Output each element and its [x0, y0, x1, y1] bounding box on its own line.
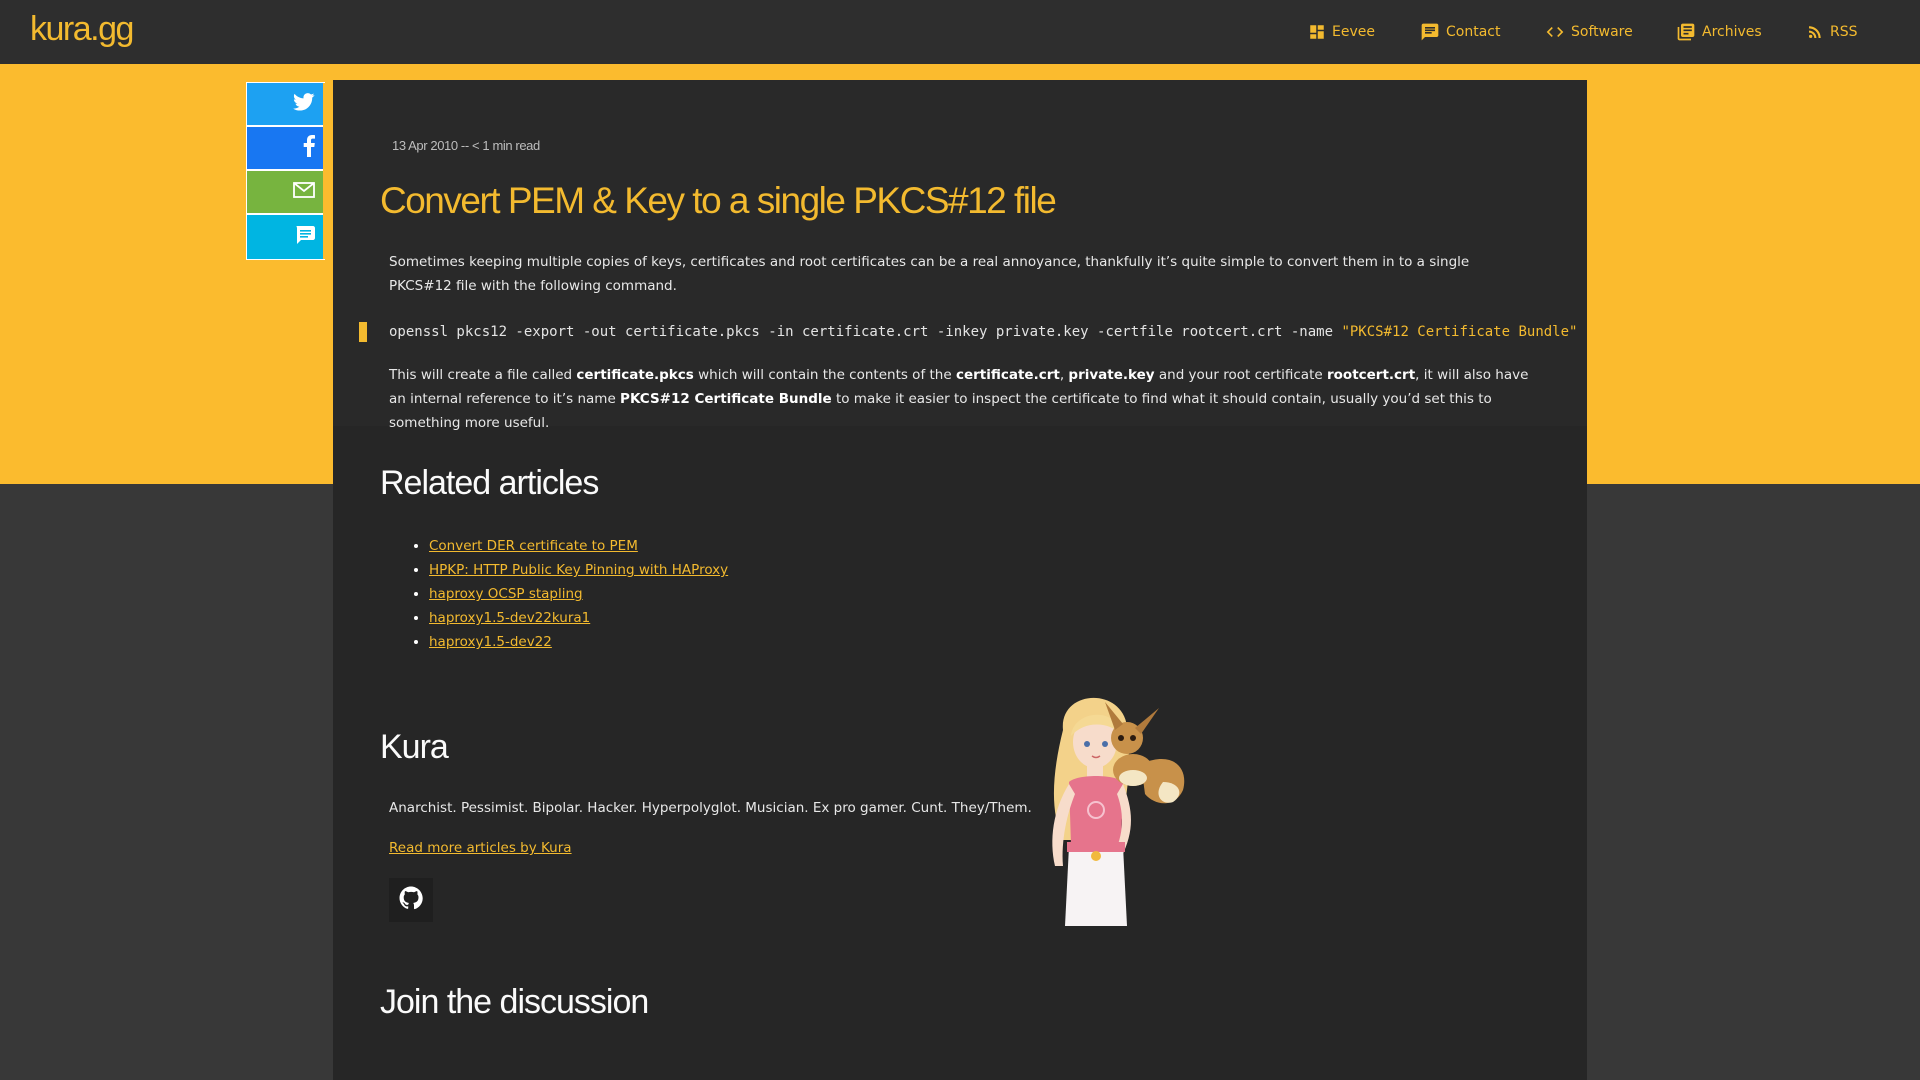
- library-icon: [1676, 22, 1696, 42]
- list-item: haproxy OCSP stapling: [429, 582, 728, 606]
- discussion-heading: Join the discussion: [380, 983, 649, 1021]
- code-command: openssl pkcs12 -export -out certificate.…: [389, 324, 1342, 340]
- author-more-link[interactable]: Read more articles by Kura: [389, 840, 572, 856]
- nav-eevee[interactable]: Eevee: [1308, 21, 1375, 43]
- nav-eevee-label: Eevee: [1332, 24, 1375, 40]
- top-navigation-bar: kura.gg Eevee Contact Software Archives …: [0, 0, 1920, 64]
- mail-icon: [293, 182, 315, 202]
- related-link[interactable]: HPKP: HTTP Public Key Pinning with HAPro…: [429, 562, 728, 578]
- related-link[interactable]: haproxy1.5-dev22: [429, 634, 552, 650]
- dashboard-icon: [1308, 23, 1326, 41]
- comment-icon: [295, 226, 315, 248]
- rss-icon: [1806, 23, 1824, 41]
- nav-rss[interactable]: RSS: [1806, 21, 1858, 43]
- list-item: haproxy1.5-dev22: [429, 630, 728, 654]
- related-heading: Related articles: [380, 464, 599, 502]
- list-item: HPKP: HTTP Public Key Pinning with HAPro…: [429, 558, 728, 582]
- site-logo[interactable]: kura.gg: [30, 10, 134, 49]
- post-body: 13 Apr 2010 -- < 1 min read Convert PEM …: [333, 80, 1587, 431]
- nav-contact[interactable]: Contact: [1420, 21, 1500, 43]
- author-name: Kura: [380, 728, 449, 766]
- related-link[interactable]: haproxy1.5-dev22kura1: [429, 610, 590, 626]
- github-button[interactable]: [389, 878, 433, 922]
- code-block-marker: [359, 322, 367, 342]
- facebook-icon: [303, 135, 315, 161]
- post-meta: 13 Apr 2010 -- < 1 min read: [392, 138, 540, 153]
- chat-icon: [1420, 22, 1440, 42]
- code-block: openssl pkcs12 -export -out certificate.…: [389, 320, 1577, 344]
- list-item: Convert DER certificate to PEM: [429, 534, 728, 558]
- code-string: "PKCS#12 Certificate Bundle": [1341, 324, 1578, 340]
- nav-contact-label: Contact: [1446, 24, 1501, 40]
- author-bio: Anarchist. Pessimist. Bipolar. Hacker. H…: [389, 800, 1032, 816]
- related-link[interactable]: Convert DER certificate to PEM: [429, 538, 638, 554]
- twitter-icon: [293, 93, 315, 115]
- author-avatar: [1023, 690, 1193, 926]
- related-link[interactable]: haproxy OCSP stapling: [429, 586, 583, 602]
- share-comments-button[interactable]: [247, 215, 323, 259]
- post-title: Convert PEM & Key to a single PKCS#12 fi…: [380, 180, 1057, 221]
- nav-archives[interactable]: Archives: [1676, 21, 1762, 43]
- share-bar: [246, 82, 325, 260]
- nav-rss-label: RSS: [1830, 24, 1858, 40]
- share-email-button[interactable]: [247, 171, 323, 215]
- share-facebook-button[interactable]: [247, 127, 323, 171]
- github-icon: [399, 886, 423, 914]
- related-list: Convert DER certificate to PEM HPKP: HTT…: [389, 534, 728, 654]
- nav-software-label: Software: [1571, 24, 1633, 40]
- nav-archives-label: Archives: [1702, 24, 1762, 40]
- list-item: haproxy1.5-dev22kura1: [429, 606, 728, 630]
- post-intro: Sometimes keeping multiple copies of key…: [389, 254, 1470, 294]
- code-icon: [1545, 22, 1565, 42]
- article-card: 13 Apr 2010 -- < 1 min read Convert PEM …: [333, 80, 1587, 1080]
- nav-software[interactable]: Software: [1545, 21, 1633, 43]
- share-twitter-button[interactable]: [247, 83, 323, 127]
- post-explanation: This will create a file called certifica…: [389, 367, 1529, 431]
- author-box: Kura Anarchist. Pessimist. Bipolar. Hack…: [333, 690, 1587, 938]
